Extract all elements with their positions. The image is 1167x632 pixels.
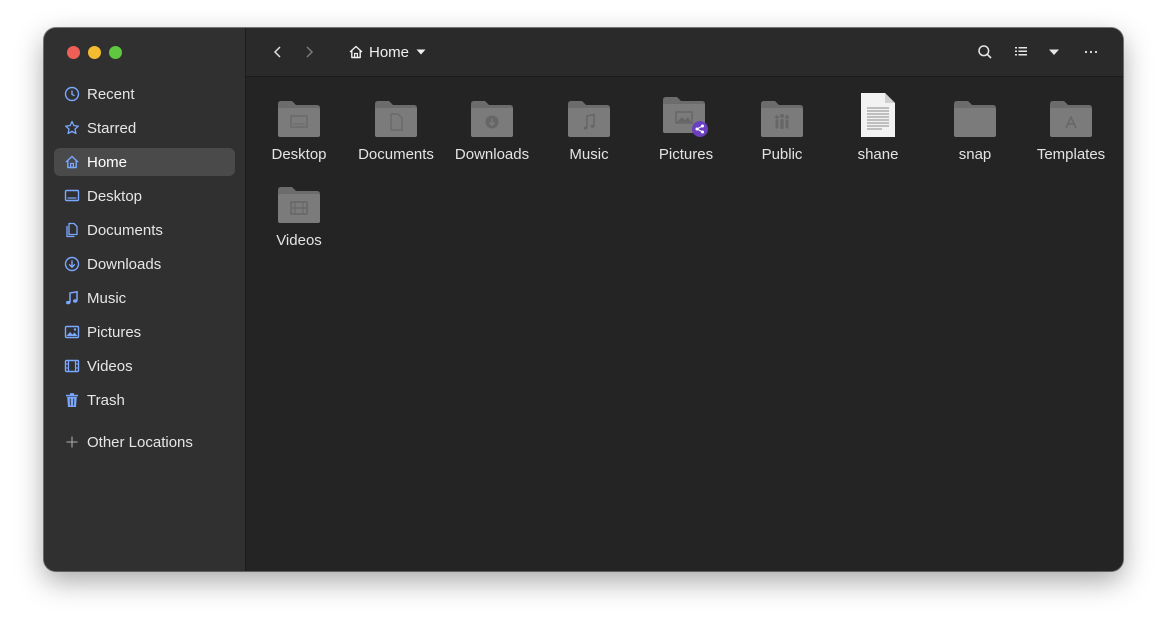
sidebar-item-label: Music: [87, 289, 127, 307]
sidebar-item-label: Trash: [87, 391, 125, 409]
folder-documents-icon: [375, 101, 417, 137]
sidebar-item-starred[interactable]: Starred: [54, 114, 235, 142]
sidebar-item-label: Downloads: [87, 255, 162, 273]
path-bar-home[interactable]: Home: [342, 38, 432, 66]
folder-downloads-icon: [471, 101, 513, 137]
desktop-icon: [64, 188, 80, 204]
sidebar-item-documents[interactable]: Documents: [54, 216, 235, 244]
file-name: Documents: [358, 146, 434, 163]
sidebar-item-desktop[interactable]: Desktop: [54, 182, 235, 210]
pictures-icon: [64, 324, 80, 340]
list-icon: [1015, 47, 1027, 56]
more-horizontal-icon: [1084, 50, 1098, 54]
view-options-button[interactable]: [1040, 38, 1068, 66]
music-icon: [64, 290, 80, 306]
documents-icon: [64, 222, 80, 238]
folder-pictures-icon: [663, 97, 708, 137]
close-window-button[interactable]: [67, 46, 80, 59]
minimize-window-button[interactable]: [88, 46, 101, 59]
file-name: Downloads: [454, 146, 530, 163]
file-item-shane[interactable]: shane: [830, 86, 926, 163]
places-list: Recent Starred Home Desktop Documents Do…: [54, 80, 235, 462]
file-manager-window: Recent Starred Home Desktop Documents Do…: [44, 28, 1123, 571]
videos-icon: [64, 358, 80, 374]
file-item-desktop[interactable]: Desktop: [251, 86, 347, 163]
folder-icon: [954, 101, 996, 137]
sidebar-item-home[interactable]: Home: [54, 148, 235, 176]
back-button[interactable]: [264, 38, 292, 66]
file-item-videos[interactable]: Videos: [251, 172, 347, 249]
star-icon: [64, 120, 80, 136]
folder-videos-icon: [278, 187, 320, 223]
view-list-button[interactable]: [1007, 38, 1035, 66]
trash-icon: [64, 392, 80, 408]
header-bar: Home: [246, 28, 1123, 77]
home-icon: [349, 45, 363, 59]
home-icon: [64, 154, 80, 170]
file-name: Music: [569, 146, 609, 163]
sidebar-item-label: Documents: [87, 221, 163, 239]
search-icon: [978, 45, 992, 59]
sidebar-item-recent[interactable]: Recent: [54, 80, 235, 108]
folder-music-icon: [568, 101, 610, 137]
file-name: Pictures: [658, 146, 714, 163]
sidebar-item-label: Videos: [87, 357, 133, 375]
sidebar-item-label: Starred: [87, 119, 137, 137]
folder-desktop-icon: [278, 101, 320, 137]
plus-icon: [64, 434, 80, 450]
main-content: Home Desktop Documents Downloads Music P…: [246, 28, 1123, 571]
main-menu-button[interactable]: [1077, 38, 1105, 66]
file-item-documents[interactable]: Documents: [348, 86, 444, 163]
sidebar-item-pictures[interactable]: Pictures: [54, 318, 235, 346]
caret-down-icon: [1049, 49, 1059, 55]
text-file-icon: [861, 93, 895, 137]
sidebar-item-label: Recent: [87, 85, 135, 103]
file-name: shane: [857, 146, 899, 163]
folder-public-icon: [761, 101, 803, 137]
sidebar-item-other-locations[interactable]: Other Locations: [54, 428, 235, 456]
file-name: Templates: [1036, 146, 1106, 163]
folder-templates-icon: [1050, 101, 1092, 137]
file-item-public[interactable]: Public: [734, 86, 830, 163]
file-name: Desktop: [271, 146, 327, 163]
window-controls: [67, 46, 122, 59]
maximize-window-button[interactable]: [109, 46, 122, 59]
file-item-snap[interactable]: snap: [927, 86, 1023, 163]
file-item-downloads[interactable]: Downloads: [444, 86, 540, 163]
sidebar-item-label: Desktop: [87, 187, 143, 205]
sidebar-item-label: Home: [87, 153, 128, 171]
caret-down-icon: [416, 49, 426, 55]
file-name: Public: [761, 146, 803, 163]
file-name: snap: [958, 146, 992, 163]
sidebar-item-music[interactable]: Music: [54, 284, 235, 312]
sidebar-item-label: Pictures: [87, 323, 142, 341]
sidebar-item-trash[interactable]: Trash: [54, 386, 235, 414]
file-item-templates[interactable]: Templates: [1023, 86, 1119, 163]
file-item-music[interactable]: Music: [541, 86, 637, 163]
download-icon: [64, 256, 80, 272]
chevron-left-icon: [273, 46, 281, 58]
sidebar-item-label: Other Locations: [87, 433, 193, 451]
sidebar-item-videos[interactable]: Videos: [54, 352, 235, 380]
sidebar: Recent Starred Home Desktop Documents Do…: [44, 28, 246, 571]
path-label: Home: [369, 43, 410, 61]
chevron-right-icon: [306, 46, 314, 58]
sidebar-item-downloads[interactable]: Downloads: [54, 250, 235, 278]
file-name: Videos: [276, 232, 322, 249]
forward-button[interactable]: [295, 38, 323, 66]
file-item-pictures[interactable]: Pictures: [638, 86, 734, 163]
search-button[interactable]: [971, 38, 999, 66]
clock-icon: [64, 86, 80, 102]
